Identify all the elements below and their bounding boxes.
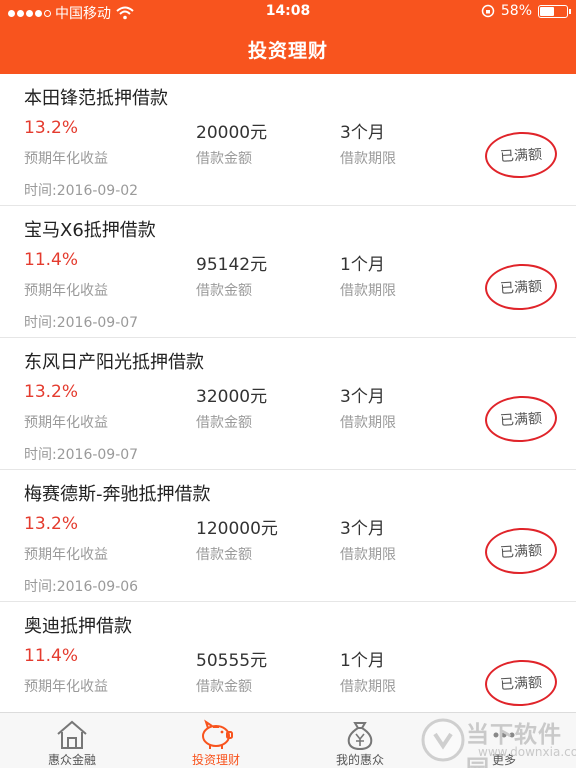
amount-label: 借款金额 [196,679,252,695]
loan-term: 3个月 [340,387,385,407]
amount-label: 借款金额 [196,283,252,299]
money-bag-icon [347,722,373,751]
loan-title: 奥迪抵押借款 [24,616,132,637]
status-badge: 已满额 [483,526,559,576]
battery-icon [538,4,571,18]
status-badge: 已满额 [483,130,559,180]
loan-list-item[interactable]: 本田锋范抵押借款 13.2% 20000元 3个月 预期年化收益 借款金额 借款… [0,74,576,206]
loan-rate: 11.4% [24,646,79,666]
loan-rate: 13.2% [24,382,79,402]
status-badge: 已满额 [483,658,559,708]
tab-mine-label: 我的惠众 [335,753,384,767]
status-bar: 中国移动 14:08 58% [0,0,576,24]
amount-label: 借款金额 [196,415,252,431]
loan-term: 3个月 [340,123,385,143]
loan-title: 本田锋范抵押借款 [24,88,168,109]
loan-amount: 20000元 [196,123,268,143]
loan-list-item[interactable]: 宝马X6抵押借款 11.4% 95142元 1个月 预期年化收益 借款金额 借款… [0,206,576,338]
loan-rate: 13.2% [24,514,79,534]
loan-list-item[interactable]: 东风日产阳光抵押借款 13.2% 32000元 3个月 预期年化收益 借款金额 … [0,338,576,470]
rate-label: 预期年化收益 [24,547,108,563]
term-label: 借款期限 [340,283,396,299]
term-label: 借款期限 [340,679,396,695]
term-label: 借款期限 [340,151,396,167]
watermark-text: 当下软件园 [466,722,562,768]
term-label: 借款期限 [340,547,396,563]
loan-date: 时间:2016-09-02 [24,183,139,199]
loan-list-item[interactable]: 梅赛德斯-奔驰抵押借款 13.2% 120000元 3个月 预期年化收益 借款金… [0,470,576,602]
watermark-logo-icon [421,718,465,762]
tab-home[interactable]: 惠众金融 [0,713,144,768]
header-bar: 中国移动 14:08 58% 投资理财 [0,0,576,74]
tab-invest-label: 投资理财 [191,753,240,767]
loan-date: 时间:2016-09-07 [24,447,139,463]
page-title: 投资理财 [247,40,328,62]
loan-title: 宝马X6抵押借款 [24,220,156,241]
orientation-lock-icon [481,4,495,18]
status-badge: 已满额 [483,262,559,312]
loan-rate: 13.2% [24,118,79,138]
rate-label: 预期年化收益 [24,151,108,167]
loan-term: 1个月 [340,651,385,671]
loan-list[interactable]: 本田锋范抵押借款 13.2% 20000元 3个月 预期年化收益 借款金额 借款… [0,74,576,734]
loan-date: 时间:2016-09-07 [24,315,139,331]
loan-term: 3个月 [340,519,385,539]
loan-rate: 11.4% [24,250,79,270]
rate-label: 预期年化收益 [24,415,108,431]
loan-amount: 120000元 [196,519,278,539]
home-icon [57,720,87,749]
rate-label: 预期年化收益 [24,283,108,299]
term-label: 借款期限 [340,415,396,431]
loan-term: 1个月 [340,255,385,275]
amount-label: 借款金额 [196,151,252,167]
status-right: 58% [481,3,571,19]
loan-amount: 50555元 [196,651,268,671]
amount-label: 借款金额 [196,547,252,563]
loan-amount: 95142元 [196,255,268,275]
loan-title: 东风日产阳光抵押借款 [24,352,204,373]
tab-home-label: 惠众金融 [47,753,96,767]
loan-amount: 32000元 [196,387,268,407]
tab-invest[interactable]: 投资理财 [144,713,288,768]
piggy-bank-icon [202,719,233,749]
loan-title: 梅赛德斯-奔驰抵押借款 [24,484,211,505]
status-badge: 已满额 [483,394,559,444]
watermark-url: www.downxia.com [478,745,576,759]
watermark: 当下软件园 www.downxia.com [418,713,576,768]
battery-percent: 58% [500,3,532,19]
rate-label: 预期年化收益 [24,679,108,695]
tab-mine[interactable]: 我的惠众 [288,713,432,768]
loan-date: 时间:2016-09-06 [24,579,139,595]
